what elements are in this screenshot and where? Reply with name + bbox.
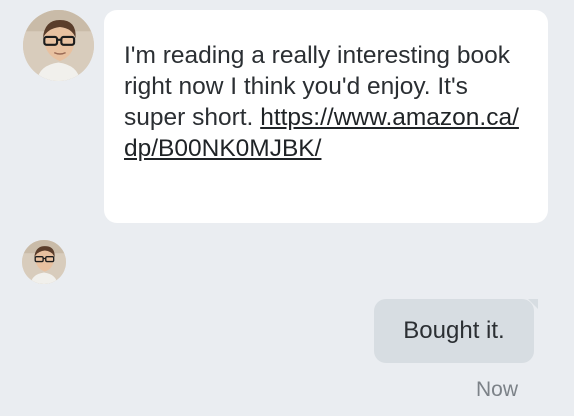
sender-avatar[interactable] [23, 10, 94, 81]
message-timestamp: Now [475, 378, 518, 401]
bubble-tail [528, 299, 538, 309]
read-receipt-avatar [22, 240, 66, 284]
read-receipt-avatar-icon [22, 240, 66, 284]
incoming-message-bubble: I'm reading a really interesting book ri… [104, 10, 548, 223]
outgoing-message-text: Bought it. [403, 317, 505, 344]
outgoing-message-bubble: Bought it. [374, 299, 538, 363]
user-avatar-icon [23, 10, 94, 81]
